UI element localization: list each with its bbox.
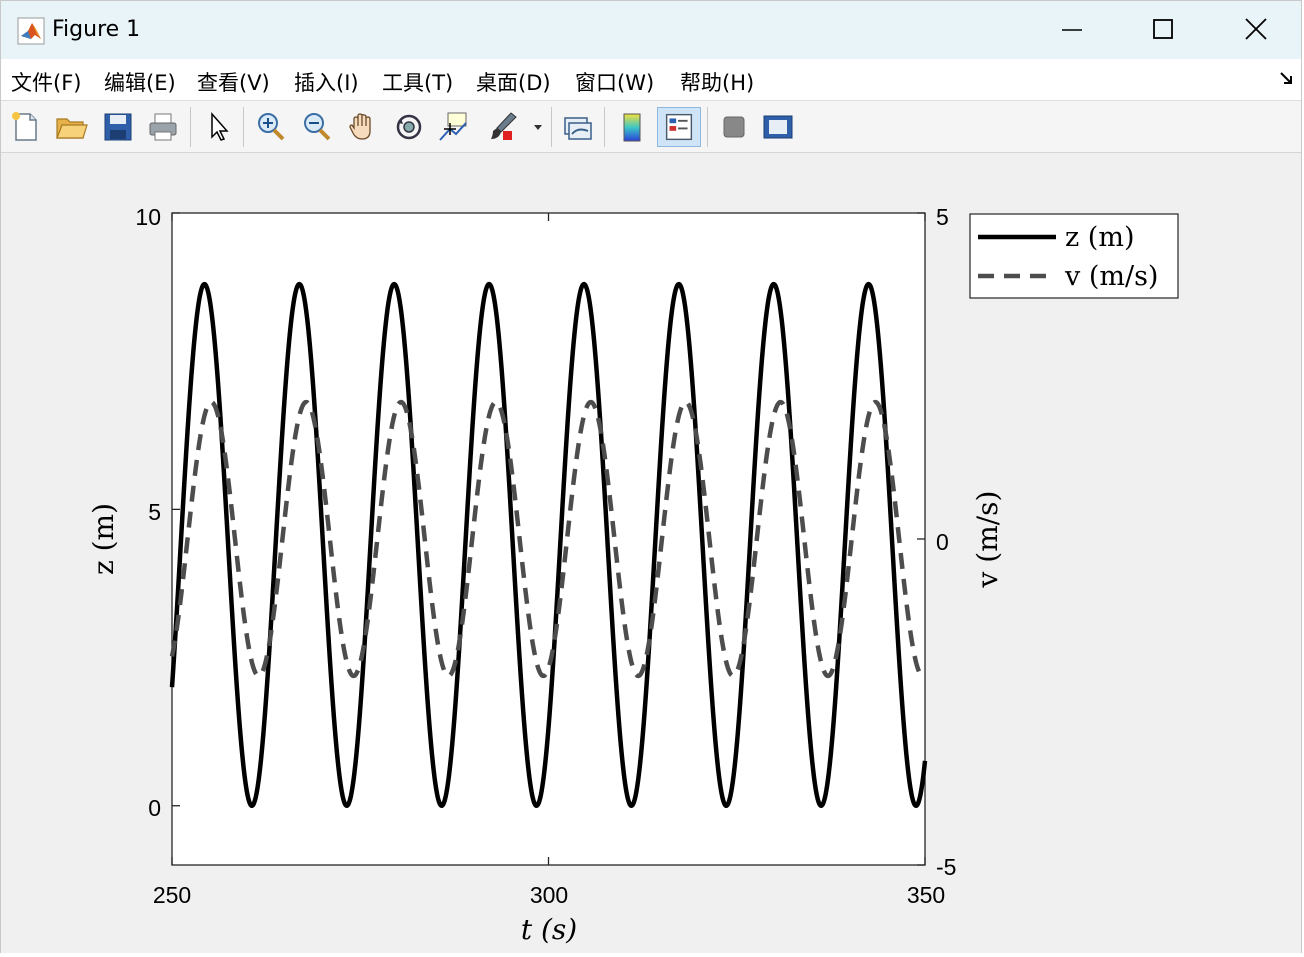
menu-bar: 文件(F) 编辑(E) 查看(V) 插入(I) 工具(T) 桌面(D) 窗口(W… [1, 59, 1301, 101]
print-icon[interactable] [145, 109, 181, 145]
legend-box[interactable]: z (m) v (m/s) [969, 213, 1179, 299]
figure-canvas: 250 300 350 0 5 10 -5 0 5 t (s) z (m) v … [1, 153, 1301, 953]
y-left-tick-label: 5 [148, 499, 161, 525]
x-tick-label: 300 [530, 882, 568, 908]
toolbar-separator [551, 107, 552, 147]
menu-insert[interactable]: 插入(I) [294, 67, 359, 97]
menu-help[interactable]: 帮助(H) [680, 67, 754, 97]
menu-edit[interactable]: 编辑(E) [104, 67, 176, 97]
y-right-tick-label: 0 [936, 529, 949, 555]
rotate-3d-icon[interactable] [391, 109, 427, 145]
toolbar-separator [707, 107, 708, 147]
toolbar-separator [243, 107, 244, 147]
toolbar-separator [190, 107, 191, 147]
menu-window[interactable]: 窗口(W) [575, 67, 654, 97]
y-right-axis-label: v (m/s) [971, 491, 1004, 589]
maximize-button[interactable] [1140, 13, 1186, 47]
menu-file[interactable]: 文件(F) [11, 67, 81, 97]
pointer-icon[interactable] [201, 109, 237, 145]
zoom-out-icon[interactable] [299, 109, 335, 145]
toolbar-separator [604, 107, 605, 147]
title-bar: Figure 1 [1, 1, 1301, 59]
menu-view[interactable]: 查看(V) [197, 67, 270, 97]
matlab-app-icon [17, 17, 45, 45]
dock-arrow-icon[interactable] [1279, 71, 1293, 85]
show-plot-tools-icon[interactable] [760, 109, 796, 145]
x-axis-label: t (s) [521, 913, 577, 946]
close-icon [1245, 18, 1267, 40]
minimize-icon [1062, 29, 1082, 31]
legend-entry: v (m/s) [1064, 261, 1158, 292]
y-right-tick-label: -5 [936, 854, 956, 880]
new-figure-icon[interactable] [8, 109, 44, 145]
hide-plot-tools-icon[interactable] [716, 109, 752, 145]
y-left-axis-label: z (m) [87, 503, 120, 575]
open-folder-icon[interactable] [53, 109, 89, 145]
link-plot-icon[interactable] [560, 109, 596, 145]
data-cursor-icon[interactable] [436, 109, 472, 145]
maximize-icon [1153, 19, 1173, 39]
legend-entry: z (m) [1065, 222, 1134, 253]
colorbar-icon[interactable] [614, 109, 650, 145]
window-title: Figure 1 [52, 17, 141, 42]
brush-dropdown-icon[interactable] [529, 109, 547, 145]
brush-icon[interactable] [485, 109, 521, 145]
x-tick-label: 250 [153, 882, 191, 908]
close-button[interactable] [1233, 13, 1279, 47]
y-left-tick-label: 10 [135, 204, 161, 230]
minimize-button[interactable] [1049, 13, 1095, 47]
legend-icon[interactable] [657, 107, 701, 147]
y-right-tick-label: 5 [936, 204, 949, 230]
menu-tools[interactable]: 工具(T) [382, 67, 453, 97]
figure-window: Figure 1 文件(F) 编辑(E) 查看(V) 插入(I) 工具(T) 桌… [0, 0, 1302, 953]
save-icon[interactable] [100, 109, 136, 145]
zoom-in-icon[interactable] [253, 109, 289, 145]
pan-hand-icon[interactable] [345, 109, 381, 145]
axes-svg: 250 300 350 0 5 10 -5 0 5 t (s) z (m) v … [87, 204, 1179, 946]
x-tick-label: 350 [907, 882, 945, 908]
menu-desktop[interactable]: 桌面(D) [476, 67, 551, 97]
y-left-tick-label: 0 [148, 795, 161, 821]
figure-toolbar [1, 101, 1301, 153]
